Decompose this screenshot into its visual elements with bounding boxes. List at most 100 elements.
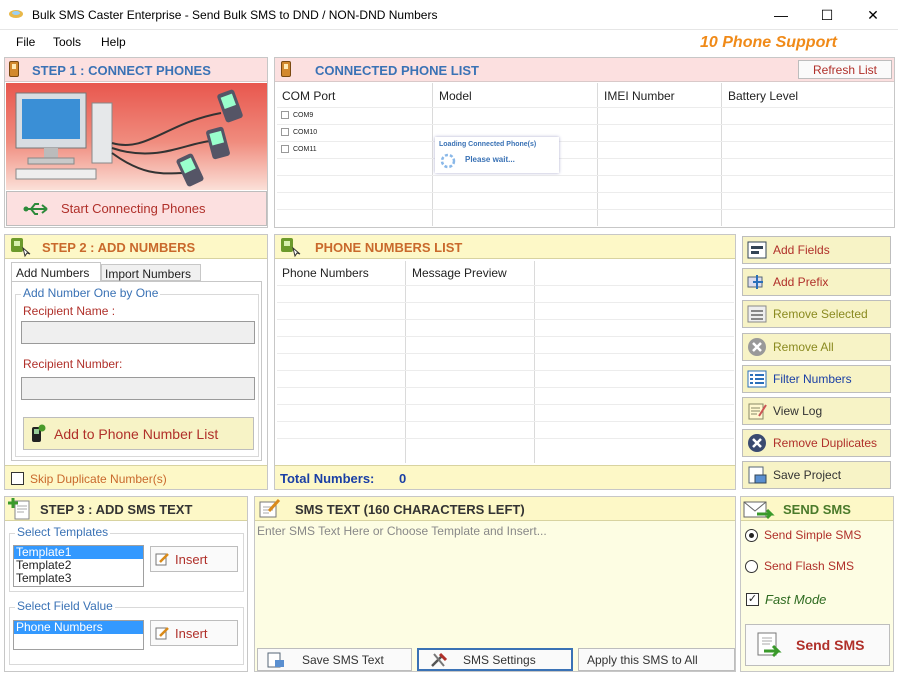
fast-mode-checkbox[interactable]: ✓ [746, 593, 759, 606]
port-row[interactable]: COM10 [281, 128, 317, 136]
port-row[interactable]: COM11 [281, 145, 317, 153]
edit-icon [155, 624, 169, 642]
phone-numbers-table: Phone Numbers Message Preview [277, 261, 734, 463]
add-text-icon [8, 498, 30, 520]
step1-header: STEP 1 : CONNECT PHONES [5, 58, 267, 82]
view-log-button[interactable]: View Log [742, 397, 891, 425]
add-to-list-button[interactable]: Add to Phone Number List [23, 417, 254, 450]
add-fields-label: Add Fields [773, 243, 830, 257]
add-prefix-button[interactable]: Add Prefix [742, 268, 891, 296]
add-to-list-label: Add to Phone Number List [54, 425, 219, 442]
fast-mode-option[interactable]: ✓ Fast Mode [746, 592, 826, 607]
recipient-name-input[interactable] [21, 321, 255, 344]
field-value-group-title: Select Field Value [15, 599, 115, 613]
sms-text-title: SMS TEXT (160 CHARACTERS LEFT) [295, 502, 525, 517]
total-numbers-value: 0 [399, 471, 407, 486]
refresh-list-button[interactable]: Refresh List [798, 60, 892, 79]
menu-help[interactable]: Help [101, 35, 126, 49]
add-numbers-tab-body: Add Number One by One Recipient Name : R… [11, 281, 262, 461]
start-connecting-button[interactable]: Start Connecting Phones [6, 191, 267, 226]
insert-field-button[interactable]: Insert [150, 620, 238, 646]
col-model: Model [439, 89, 472, 103]
minimize-button[interactable]: — [758, 0, 804, 30]
insert-template-button[interactable]: Insert [150, 546, 238, 572]
add-phone-icon [28, 424, 48, 443]
flash-sms-label: Send Flash SMS [764, 559, 855, 573]
step3-panel: STEP 3 : ADD SMS TEXT Select Templates T… [4, 496, 248, 672]
remove-all-icon [747, 338, 767, 356]
save-project-icon [747, 466, 767, 484]
remove-duplicates-button[interactable]: Remove Duplicates [742, 429, 891, 457]
simple-sms-radio[interactable] [745, 528, 758, 542]
recipient-number-label: Recipient Number: [23, 357, 123, 371]
sms-settings-label: SMS Settings [463, 652, 536, 667]
save-project-label: Save Project [773, 468, 842, 482]
fast-mode-label: Fast Mode [765, 592, 827, 607]
phone-icon [9, 61, 19, 77]
add-prefix-label: Add Prefix [773, 275, 829, 289]
view-log-icon [747, 402, 767, 420]
add-fields-button[interactable]: Add Fields [742, 236, 891, 264]
remove-all-button[interactable]: Remove All [742, 333, 891, 361]
tools-icon [429, 651, 449, 669]
app-icon [9, 10, 23, 18]
port-checkbox[interactable] [281, 145, 289, 153]
remove-selected-label: Remove Selected [773, 307, 868, 321]
save-project-button[interactable]: Save Project [742, 461, 891, 489]
template-item[interactable]: Template3 [14, 572, 143, 585]
field-value-listbox[interactable]: Phone Numbers [13, 620, 144, 650]
connected-phone-panel: CONNECTED PHONE LIST Refresh List COM Po… [274, 57, 895, 228]
flash-sms-radio[interactable] [745, 559, 758, 573]
phone-icon [281, 61, 291, 77]
port-checkbox[interactable] [281, 111, 289, 119]
recipient-number-input[interactable] [21, 377, 255, 400]
sms-text-header: SMS TEXT (160 CHARACTERS LEFT) [255, 497, 735, 521]
total-numbers-row: Total Numbers: 0 [275, 465, 735, 489]
support-label: 10 Phone Support [700, 34, 837, 51]
sms-settings-button[interactable]: SMS Settings [417, 648, 573, 671]
col-com-port: COM Port [282, 89, 336, 103]
remove-duplicates-icon [747, 434, 767, 452]
add-prefix-icon [747, 273, 767, 291]
step1-panel: STEP 1 : CONNECT PHONES Start Connecting… [4, 57, 268, 228]
menu-file[interactable]: File [16, 35, 35, 49]
simple-sms-option[interactable]: Send Simple SMS [745, 528, 861, 542]
filter-numbers-label: Filter Numbers [773, 372, 852, 386]
step3-header: STEP 3 : ADD SMS TEXT [5, 497, 247, 521]
field-value-item[interactable]: Phone Numbers [14, 621, 143, 634]
computer-phones-icon [15, 89, 243, 187]
phone-list-title: PHONE NUMBERS LIST [315, 240, 463, 255]
phone-numbers-panel: PHONE NUMBERS LIST Phone Numbers Message… [274, 234, 736, 490]
insert-template-label: Insert [175, 551, 208, 567]
tab-import-numbers[interactable]: Import Numbers [101, 264, 201, 281]
send-document-icon [754, 631, 782, 659]
menu-tools[interactable]: Tools [53, 35, 81, 49]
port-row[interactable]: COM9 [281, 111, 313, 119]
sms-textarea[interactable]: Enter SMS Text Here or Choose Template a… [255, 521, 735, 641]
insert-field-label: Insert [175, 625, 208, 641]
flash-sms-option[interactable]: Send Flash SMS [745, 559, 854, 573]
tab-add-numbers[interactable]: Add Numbers [11, 262, 101, 281]
sms-placeholder: Enter SMS Text Here or Choose Template a… [257, 524, 547, 538]
connected-phone-table: COM Port Model IMEI Number Battery Level… [277, 83, 893, 226]
filter-numbers-button[interactable]: Filter Numbers [742, 365, 891, 393]
skip-duplicates-row: Skip Duplicate Number(s) [5, 465, 267, 489]
remove-selected-button[interactable]: Remove Selected [742, 300, 891, 328]
save-sms-text-button[interactable]: Save SMS Text [257, 648, 412, 671]
col-phone-numbers: Phone Numbers [282, 266, 369, 280]
close-button[interactable]: ✕ [850, 0, 896, 30]
templates-listbox[interactable]: Template1 Template2 Template3 [13, 545, 144, 587]
templates-group-title: Select Templates [15, 525, 111, 539]
usb-icon [21, 200, 55, 218]
sms-text-icon [259, 499, 281, 518]
maximize-button[interactable]: ☐ [804, 0, 850, 30]
step2-header: STEP 2 : ADD NUMBERS [5, 235, 267, 259]
send-sms-panel: SEND SMS Send Simple SMS Send Flash SMS … [740, 496, 894, 672]
send-sms-label: Send SMS [796, 637, 865, 653]
envelope-arrow-icon [743, 501, 775, 520]
port-checkbox[interactable] [281, 128, 289, 136]
send-sms-button[interactable]: Send SMS [745, 624, 890, 666]
add-fields-icon [747, 241, 767, 259]
apply-sms-all-button[interactable]: Apply this SMS to All [578, 648, 735, 671]
skip-duplicates-checkbox[interactable] [11, 472, 24, 485]
